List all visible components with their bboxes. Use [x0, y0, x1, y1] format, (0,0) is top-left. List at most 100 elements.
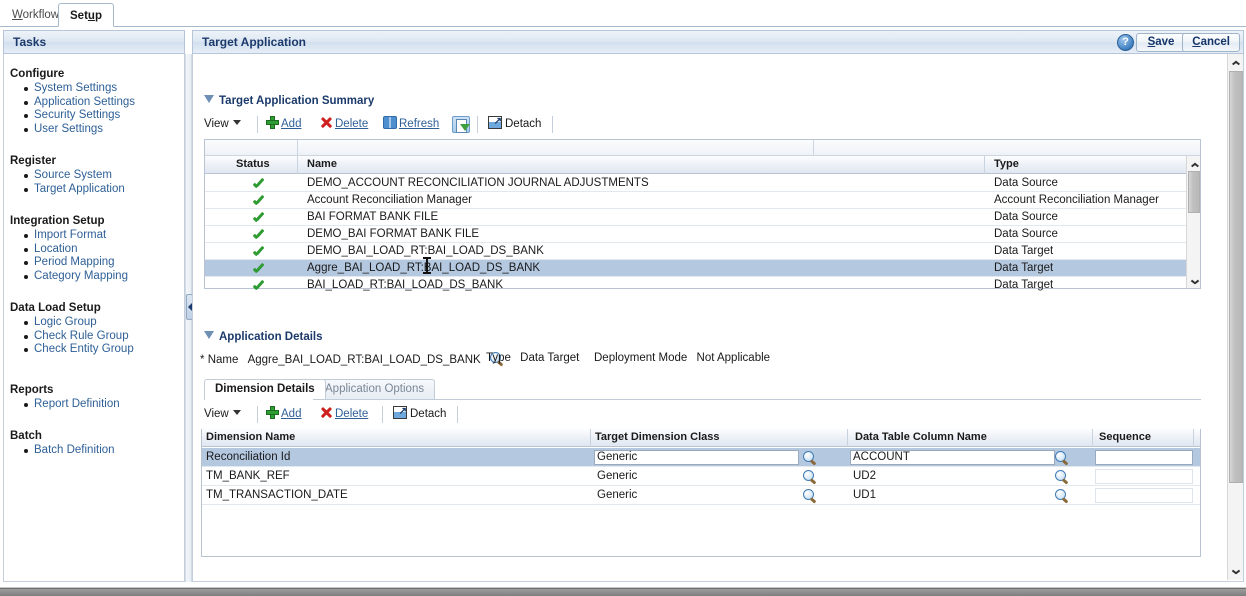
delete-button-dimension[interactable]: Delete — [320, 404, 368, 426]
sidebar-link[interactable]: Security Settings — [34, 109, 120, 121]
tasks-panel: Configure System Settings Application Se… — [3, 54, 185, 582]
summary-grid-scrollbar[interactable] — [1186, 156, 1200, 288]
save-button[interactable]: Save — [1136, 33, 1186, 52]
data-table-column-search-icon[interactable] — [1055, 470, 1069, 484]
column-header-sequence[interactable]: Sequence — [1099, 431, 1151, 443]
detach-button-dimension[interactable]: Detach — [393, 404, 446, 426]
detach-button-summary[interactable]: Detach — [488, 114, 541, 136]
sidebar-link[interactable]: Application Settings — [34, 96, 135, 108]
table-row[interactable]: TM_TRANSACTION_DATE Generic UD1 — [202, 486, 1200, 505]
target-dimension-class-input[interactable]: Generic — [594, 469, 799, 484]
sidebar-item-batch-definition[interactable]: Batch Definition — [24, 444, 184, 458]
column-separator[interactable] — [1193, 429, 1194, 447]
column-header-type[interactable]: Type — [994, 158, 1019, 170]
scrollbar-thumb[interactable] — [1188, 171, 1200, 213]
sidebar-item-application-settings[interactable]: Application Settings — [24, 96, 184, 110]
sidebar-link[interactable]: Check Entity Group — [34, 343, 134, 355]
column-header-status[interactable]: Status — [236, 158, 270, 170]
tab-setup[interactable]: Setup — [58, 3, 114, 27]
sidebar-item-security-settings[interactable]: Security Settings — [24, 109, 184, 123]
sidebar-item-report-definition[interactable]: Report Definition — [24, 398, 184, 412]
content-scrollbar[interactable] — [1227, 54, 1243, 580]
grid-filter-row[interactable] — [205, 140, 1200, 156]
disclosure-triangle-icon[interactable] — [204, 331, 214, 339]
add-button-summary[interactable]: Add — [266, 114, 301, 136]
table-row[interactable]: Account Reconciliation Manager Account R… — [205, 192, 1200, 209]
sidebar-item-check-rule-group[interactable]: Check Rule Group — [24, 330, 184, 344]
column-header-dimension-name[interactable]: Dimension Name — [206, 431, 295, 443]
table-row[interactable]: DEMO_ACCOUNT RECONCILIATION JOURNAL ADJU… — [205, 175, 1200, 192]
column-separator[interactable] — [984, 156, 985, 174]
sidebar-link[interactable]: Check Rule Group — [34, 330, 129, 342]
sidebar-item-import-format[interactable]: Import Format — [24, 229, 184, 243]
sidebar-link[interactable]: Category Mapping — [34, 270, 128, 282]
scroll-up-button[interactable] — [1187, 156, 1200, 170]
help-icon[interactable]: ? — [1117, 34, 1134, 51]
sidebar-link[interactable]: Report Definition — [34, 398, 120, 410]
table-row[interactable]: DEMO_BAI_LOAD_RT:BAI_LOAD_DS_BANK Data T… — [205, 243, 1200, 260]
details-section-title[interactable]: Application Details — [204, 331, 323, 343]
data-table-column-name-input[interactable]: ACCOUNT — [850, 450, 1055, 465]
add-button-dimension[interactable]: Add — [266, 404, 301, 426]
column-header-name[interactable]: Name — [307, 158, 337, 170]
view-menu-summary[interactable]: View — [204, 114, 241, 136]
summary-section-title[interactable]: Target Application Summary — [204, 95, 374, 107]
target-dimension-class-search-icon[interactable] — [803, 451, 817, 465]
sidebar-link[interactable]: System Settings — [34, 82, 117, 94]
table-row[interactable]: BAI_LOAD_RT:BAI_LOAD_DS_BANK Data Target — [205, 277, 1200, 294]
column-header-data-table-column-name[interactable]: Data Table Column Name — [855, 431, 987, 443]
sidebar-link[interactable]: Batch Definition — [34, 444, 115, 456]
detach-icon — [393, 406, 407, 419]
data-table-column-name-input[interactable]: UD1 — [850, 488, 1055, 503]
sidebar-link[interactable]: Period Mapping — [34, 256, 115, 268]
sidebar-link[interactable]: Location — [34, 243, 77, 255]
column-separator[interactable] — [297, 156, 298, 174]
sidebar-item-logic-group[interactable]: Logic Group — [24, 316, 184, 330]
target-dimension-class-input[interactable]: Generic — [594, 450, 799, 465]
panel-splitter[interactable] — [185, 54, 192, 582]
sidebar-item-location[interactable]: Location — [24, 243, 184, 257]
sidebar-item-category-mapping[interactable]: Category Mapping — [24, 270, 184, 284]
sidebar-link[interactable]: Source System — [34, 169, 112, 181]
sidebar-item-check-entity-group[interactable]: Check Entity Group — [24, 343, 184, 357]
table-row[interactable]: BAI FORMAT BANK FILE Data Source — [205, 209, 1200, 226]
target-dimension-class-input[interactable]: Generic — [594, 488, 799, 503]
table-row[interactable]: TM_BANK_REF Generic UD2 — [202, 467, 1200, 486]
target-dimension-class-search-icon[interactable] — [803, 470, 817, 484]
data-table-column-name-input[interactable]: UD2 — [850, 469, 1055, 484]
sidebar-item-system-settings[interactable]: System Settings — [24, 82, 184, 96]
table-row-selected[interactable]: Aggre_BAI_LOAD_RT:BAI_LOAD_DS_BANK Data … — [205, 260, 1200, 277]
scrollbar-thumb[interactable] — [1229, 71, 1243, 483]
sidebar-link[interactable]: Target Application — [34, 183, 125, 195]
column-header-target-dimension-class[interactable]: Target Dimension Class — [595, 431, 720, 443]
data-table-column-search-icon[interactable] — [1055, 489, 1069, 503]
refresh-button-summary[interactable]: Refresh — [383, 114, 439, 136]
column-separator[interactable] — [1092, 429, 1093, 447]
sequence-input[interactable] — [1095, 469, 1193, 484]
scroll-down-button[interactable] — [1228, 564, 1243, 580]
sidebar-item-user-settings[interactable]: User Settings — [24, 123, 184, 137]
tab-application-options[interactable]: Application Options — [314, 379, 435, 399]
sidebar-item-period-mapping[interactable]: Period Mapping — [24, 256, 184, 270]
tab-dimension-details[interactable]: Dimension Details — [204, 379, 326, 399]
scroll-down-button[interactable] — [1187, 274, 1200, 288]
sidebar-item-source-system[interactable]: Source System — [24, 169, 184, 183]
view-menu-dimension[interactable]: View — [204, 404, 241, 426]
target-dimension-class-search-icon[interactable] — [803, 489, 817, 503]
disclosure-triangle-icon[interactable] — [204, 95, 214, 103]
scroll-up-button[interactable] — [1228, 54, 1243, 70]
cancel-button[interactable]: Cancel — [1182, 33, 1240, 52]
sidebar-link[interactable]: User Settings — [34, 123, 103, 135]
sequence-input[interactable] — [1095, 488, 1193, 503]
sidebar-item-target-application[interactable]: Target Application — [24, 183, 184, 197]
column-separator[interactable] — [847, 429, 848, 447]
sidebar-link[interactable]: Logic Group — [34, 316, 97, 328]
table-row-selected[interactable]: Reconciliation Id Generic ACCOUNT — [202, 448, 1200, 467]
column-separator[interactable] — [590, 429, 591, 447]
sidebar-link[interactable]: Import Format — [34, 229, 106, 241]
sequence-input[interactable] — [1095, 450, 1193, 465]
delete-button-summary[interactable]: Delete — [320, 114, 368, 136]
data-table-column-search-icon[interactable] — [1055, 451, 1069, 465]
table-row[interactable]: DEMO_BAI FORMAT BANK FILE Data Source — [205, 226, 1200, 243]
query-by-example-button[interactable] — [452, 116, 470, 138]
